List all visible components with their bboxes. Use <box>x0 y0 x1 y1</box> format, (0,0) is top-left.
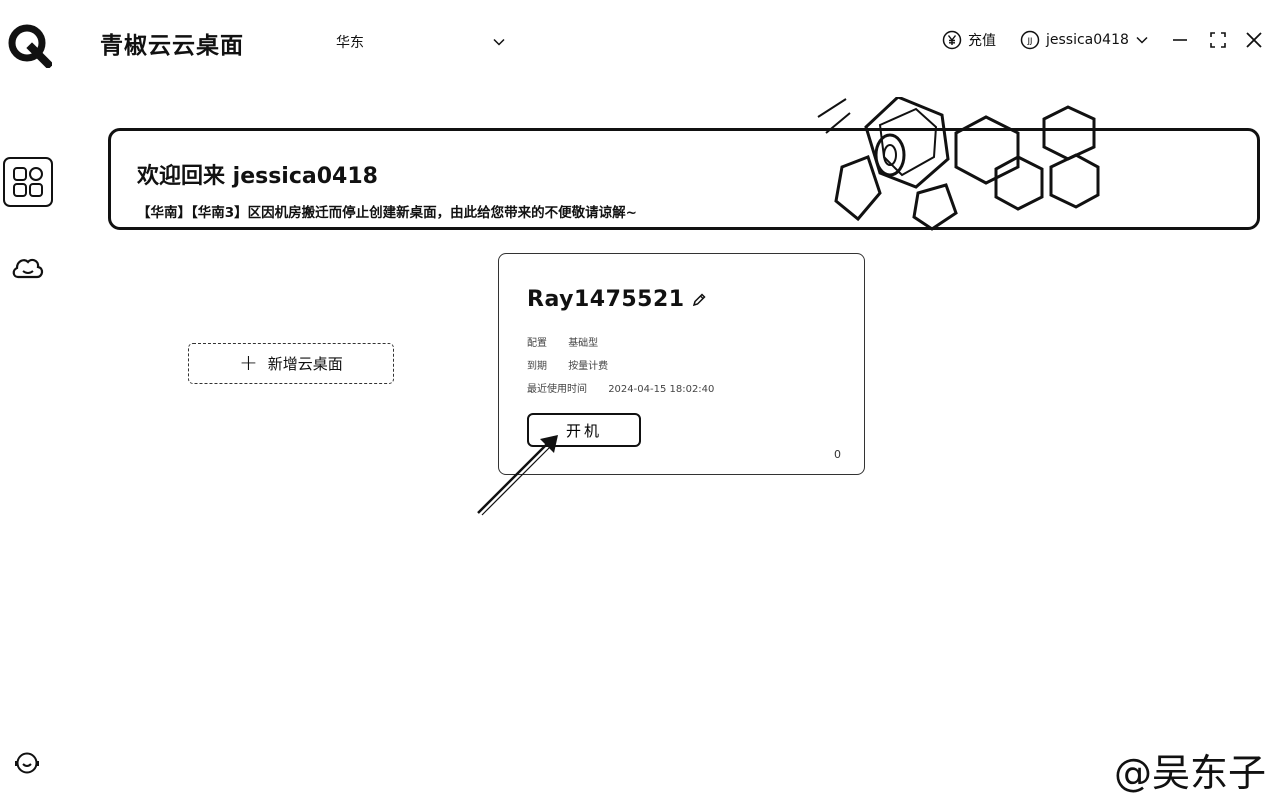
power-on-button[interactable]: 开机 <box>527 413 641 447</box>
sidebar-item-desktops[interactable] <box>3 157 53 207</box>
desktop-status-indicator: 0 <box>834 448 841 461</box>
minimize-icon[interactable] <box>1170 30 1190 50</box>
info-value: 按量计费 <box>568 361 609 372</box>
robot-illustration-icon <box>817 97 1100 231</box>
edit-icon[interactable] <box>691 292 707 308</box>
add-desktop-button[interactable]: + 新增云桌面 <box>188 343 394 384</box>
recharge-button[interactable]: 充值 <box>942 28 996 52</box>
chevron-down-icon <box>493 38 505 46</box>
welcome-banner: 欢迎回来 jessica0418 【华南】【华南3】区因机房搬迁而停止创建新桌面… <box>108 97 1260 231</box>
chevron-down-icon <box>1136 36 1148 44</box>
info-label: 最近使用时间 <box>527 384 587 395</box>
info-value: 基础型 <box>568 338 599 349</box>
recharge-label: 充值 <box>968 33 996 49</box>
app-title: 青椒云云桌面 <box>100 33 244 59</box>
info-label: 配置 <box>527 338 547 349</box>
banner-notice: 【华南】【华南3】区因机房搬迁而停止创建新桌面，由此给您带来的不便敬请谅解~ <box>137 205 637 221</box>
close-icon[interactable] <box>1244 30 1264 50</box>
user-menu[interactable]: JJ jessica0418 <box>1020 28 1149 52</box>
cloud-icon[interactable] <box>10 252 46 284</box>
desktop-config-row: 配置 基础型 <box>527 334 598 349</box>
yuan-icon <box>942 30 962 50</box>
desktop-name: Ray1475521 <box>527 287 685 312</box>
grid-icon <box>13 167 43 197</box>
desktop-last-used-row: 最近使用时间 2024-04-15 18:02:40 <box>527 380 714 395</box>
info-value: 2024-04-15 18:02:40 <box>608 384 715 395</box>
add-desktop-label: 新增云桌面 <box>267 355 343 373</box>
desktop-card: Ray1475521 配置 基础型 到期 按量计费 最近使用时间 2024-04… <box>498 253 865 475</box>
region-label: 华东 <box>336 35 364 51</box>
maximize-icon[interactable] <box>1208 30 1228 50</box>
username: jessica0418 <box>1046 32 1129 48</box>
banner-title: 欢迎回来 jessica0418 <box>137 164 378 189</box>
avatar: JJ <box>1020 30 1040 50</box>
app-logo-icon <box>8 24 52 68</box>
support-icon[interactable] <box>14 750 40 776</box>
plus-icon: + <box>239 350 258 376</box>
watermark: @吴东子 <box>1114 751 1267 795</box>
avatar-text: JJ <box>1027 37 1033 46</box>
desktop-expiry-row: 到期 按量计费 <box>527 357 608 372</box>
info-label: 到期 <box>527 361 547 372</box>
region-selector[interactable]: 华东 <box>336 30 506 54</box>
